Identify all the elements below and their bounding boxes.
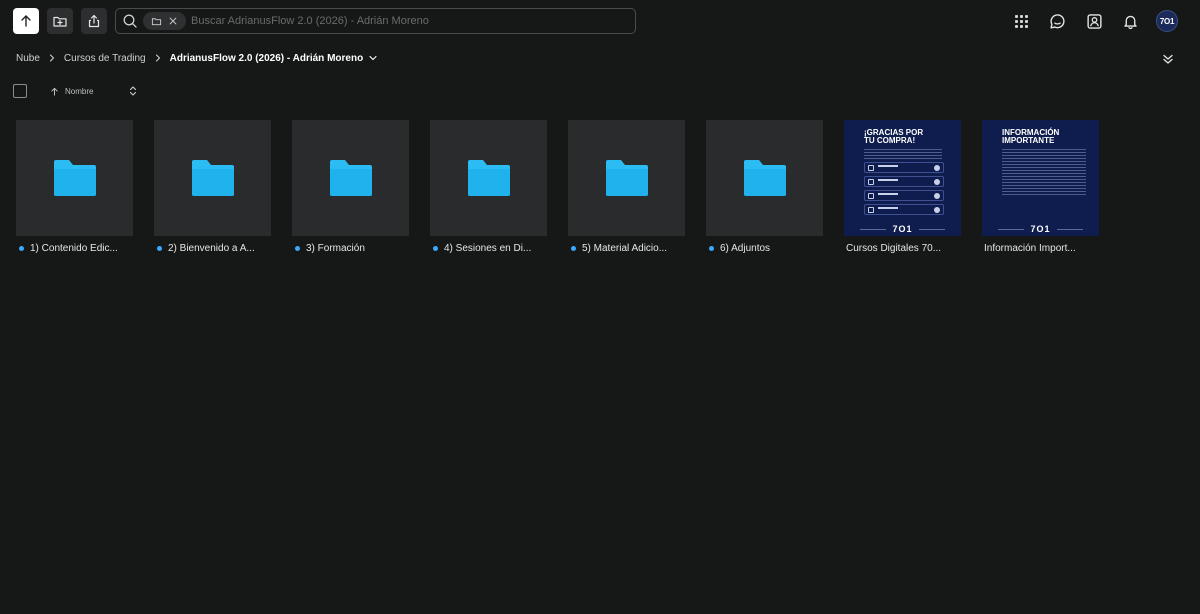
folder-icon (329, 160, 372, 196)
search-bar (115, 8, 636, 34)
document-item[interactable]: ¡GRACIAS POR TU COMPRA! 7O1 Cursos Digit… (844, 120, 961, 254)
breadcrumb-item-cursos[interactable]: Cursos de Trading (64, 53, 146, 64)
thumbnail-brand-logo: 7O1 (982, 224, 1099, 234)
sync-dot (295, 245, 300, 251)
chevron-right-icon (48, 54, 56, 62)
arrow-up-icon (50, 87, 59, 96)
folder-thumbnail[interactable] (154, 120, 271, 236)
sort-label: Nombre (65, 86, 94, 96)
folder-plus-icon (53, 16, 67, 27)
thumbnail-title: INFORMACIÓN IMPORTANTE (1002, 128, 1060, 145)
thumbnail-title: ¡GRACIAS POR TU COMPRA! (864, 128, 924, 145)
item-name: 6) Adjuntos (720, 242, 771, 254)
chat-icon[interactable] (1047, 11, 1067, 31)
item-label[interactable]: 2) Bienvenido a A... (154, 242, 271, 254)
item-label[interactable]: Información Import... (982, 242, 1099, 254)
contacts-icon[interactable] (1084, 11, 1104, 31)
thumbnail-brand-logo: 7O1 (844, 224, 961, 234)
share-button[interactable] (81, 8, 107, 34)
document-thumbnail[interactable]: INFORMACIÓN IMPORTANTE 7O1 (982, 120, 1099, 236)
folder-item[interactable]: 3) Formación (292, 120, 409, 254)
item-name: 3) Formación (306, 242, 365, 254)
item-name: 2) Bienvenido a A... (168, 242, 255, 254)
folder-item[interactable]: 6) Adjuntos (706, 120, 823, 254)
breadcrumb-current[interactable]: AdrianusFlow 2.0 (2026) - Adrián Moreno (170, 53, 364, 64)
close-icon[interactable] (168, 16, 178, 26)
item-label[interactable]: 5) Material Adicio... (568, 242, 685, 254)
breadcrumb: Nube Cursos de Trading AdrianusFlow 2.0 … (16, 51, 377, 65)
share-icon (88, 14, 100, 28)
document-item[interactable]: INFORMACIÓN IMPORTANTE 7O1 Información I… (982, 120, 1099, 254)
file-grid: 1) Contenido Edic... 2) Bienvenido a A..… (16, 120, 1120, 254)
select-all-checkbox[interactable] (13, 84, 27, 98)
folder-icon (191, 160, 234, 196)
sync-dot (709, 245, 714, 251)
folder-icon (53, 160, 96, 196)
sync-dot (571, 245, 576, 251)
sync-dot (433, 245, 438, 251)
folder-icon (743, 160, 786, 196)
folder-thumbnail[interactable] (568, 120, 685, 236)
folder-thumbnail[interactable] (430, 120, 547, 236)
item-name: Información Import... (984, 242, 1076, 254)
chevron-right-icon (154, 54, 162, 62)
search-scope-chip[interactable] (143, 12, 186, 30)
document-thumbnail[interactable]: ¡GRACIAS POR TU COMPRA! 7O1 (844, 120, 961, 236)
sync-dot (19, 245, 24, 251)
new-folder-button[interactable] (47, 8, 73, 34)
folder-item[interactable]: 1) Contenido Edic... (16, 120, 133, 254)
item-name: 5) Material Adicio... (582, 242, 668, 254)
thumbnail-text-lines (1002, 149, 1086, 195)
upload-button[interactable] (13, 8, 39, 34)
thumbnail-text-lines (864, 149, 942, 159)
search-icon (122, 13, 138, 29)
top-bar: 7O1 (0, 0, 1200, 42)
folder-thumbnail[interactable] (16, 120, 133, 236)
item-label[interactable]: 4) Sesiones en Di... (430, 242, 547, 254)
folder-item[interactable]: 2) Bienvenido a A... (154, 120, 271, 254)
folder-icon (467, 160, 510, 196)
item-label[interactable]: 1) Contenido Edic... (16, 242, 133, 254)
folder-icon (605, 160, 648, 196)
folder-item[interactable]: 5) Material Adicio... (568, 120, 685, 254)
collapse-chevrons-icon[interactable] (1161, 52, 1175, 66)
breadcrumb-item-nube[interactable]: Nube (16, 53, 40, 64)
sort-toggle-icon[interactable] (128, 85, 138, 97)
folder-thumbnail[interactable] (292, 120, 409, 236)
item-name: 4) Sesiones en Di... (444, 242, 532, 254)
item-name: 1) Contenido Edic... (30, 242, 118, 254)
bell-icon[interactable] (1120, 11, 1140, 31)
item-label[interactable]: 3) Formación (292, 242, 409, 254)
folder-item[interactable]: 4) Sesiones en Di... (430, 120, 547, 254)
avatar[interactable]: 7O1 (1156, 10, 1178, 32)
item-name: Cursos Digitales 70... (846, 242, 942, 254)
arrow-up-icon (21, 15, 31, 27)
sync-dot (157, 245, 162, 251)
search-input[interactable] (191, 10, 635, 32)
chevron-down-icon[interactable] (369, 54, 377, 62)
apps-grid-icon[interactable] (1011, 11, 1031, 31)
item-label[interactable]: 6) Adjuntos (706, 242, 823, 254)
sort-by-name[interactable]: Nombre (50, 85, 93, 97)
folder-icon (151, 16, 162, 27)
thumbnail-contact-rows (864, 162, 944, 215)
item-label[interactable]: Cursos Digitales 70... (844, 242, 961, 254)
folder-thumbnail[interactable] (706, 120, 823, 236)
